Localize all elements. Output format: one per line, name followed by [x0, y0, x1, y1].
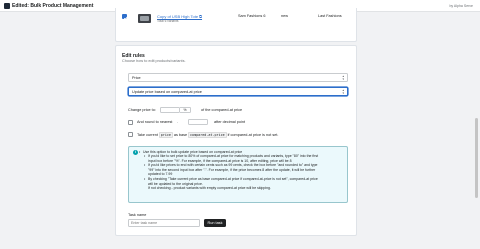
product-thumbnail	[138, 14, 151, 23]
info-line: If not checking - product variants with …	[148, 186, 271, 191]
round-suffix: after decimal point	[214, 120, 246, 124]
percent-input[interactable]	[160, 106, 180, 113]
task-name-input[interactable]	[128, 219, 200, 227]
scrollbar[interactable]	[475, 118, 478, 198]
edit-rules-card: Edit rules Choose how to edit products/v…	[115, 45, 357, 236]
run-task-button[interactable]: Run task	[204, 219, 226, 227]
info-banner: i Use this option to bulk update price b…	[128, 146, 348, 203]
take-current-label: Take current price as base compared-at-p…	[137, 131, 279, 138]
rule-select-value: Update price based on compared-at price	[132, 90, 202, 94]
info-line: "99" into the second input box after "."…	[148, 167, 316, 172]
product-list-card: Copy of USB High Tote ⧉ Total 6 variants…	[115, 8, 357, 42]
select-arrows-icon: ▴ ▾	[342, 87, 344, 96]
field-select-value: Price	[132, 76, 141, 80]
info-line: If you'd like to set price to 80% of com…	[143, 154, 345, 159]
percent-unit: %	[180, 106, 191, 113]
info-line: If you'd like prices to end with certain…	[143, 163, 345, 168]
product-last: Last Fashions	[318, 14, 342, 18]
round-label: And round to nearest	[137, 120, 173, 124]
info-icon: i	[133, 150, 138, 155]
app-title: Edited: Bulk Product Management	[12, 3, 94, 10]
app-logo-icon	[4, 3, 10, 9]
round-input[interactable]	[188, 118, 208, 125]
table-row[interactable]: Copy of USB High Tote ⧉ Total 6 variants…	[122, 14, 350, 26]
field-select[interactable]: Price ▴ ▾	[128, 73, 348, 82]
section-subtitle: Choose how to edit products/variants.	[122, 59, 186, 63]
vendor-credit: by Alpha Serve	[449, 3, 473, 8]
row-checkbox[interactable]	[122, 14, 128, 20]
change-price-label: Change price to:	[128, 108, 156, 112]
rule-select[interactable]: Update price based on compared-at price …	[128, 87, 348, 96]
round-checkbox[interactable]	[128, 119, 134, 125]
product-status: new	[281, 14, 288, 18]
task-name-label: Task name	[128, 213, 147, 217]
decimal-dot: .	[177, 120, 179, 124]
product-variants: Total 6 variants	[157, 19, 179, 23]
take-current-checkbox[interactable]	[128, 132, 134, 138]
change-price-suffix: of the compared-at price	[201, 108, 243, 112]
info-list: Use this option to bulk update price bas…	[139, 150, 345, 191]
select-arrows-icon: ▴ ▾	[342, 73, 344, 82]
info-line: By checking "Take current price as base …	[143, 177, 345, 182]
product-vendor: Sam Fashions 6	[238, 14, 266, 18]
